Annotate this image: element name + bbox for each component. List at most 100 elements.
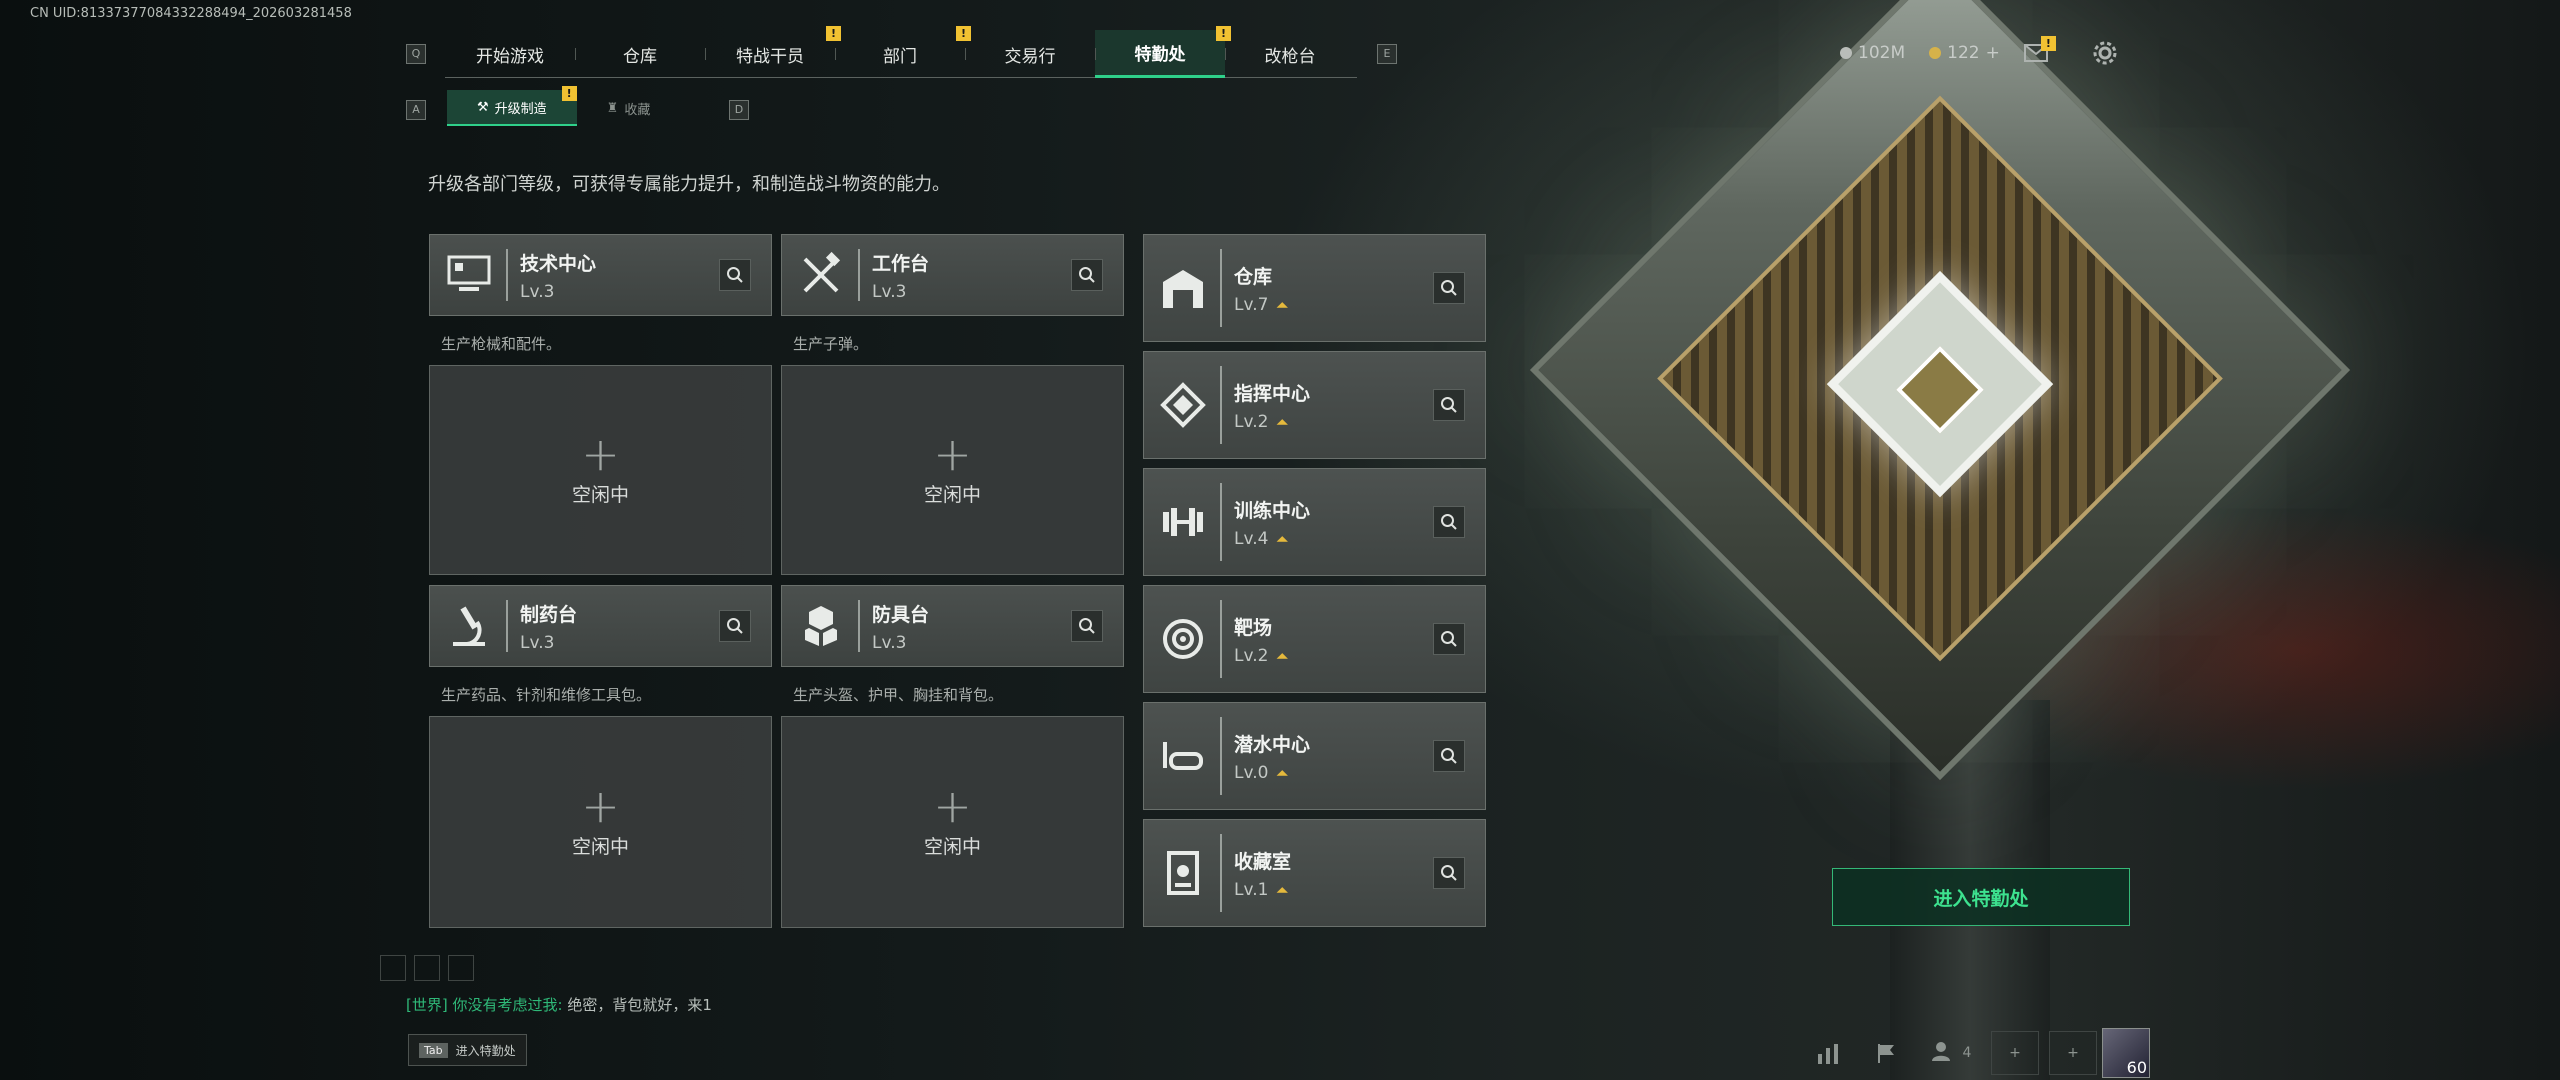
key-hint-q: Q	[406, 44, 426, 64]
silver-currency[interactable]: 102M	[1840, 43, 1905, 63]
tools-icon	[782, 235, 860, 315]
chat-channel: [世界]	[406, 996, 448, 1014]
tab-warehouse[interactable]: 仓库	[575, 30, 705, 78]
tab-market[interactable]: 交易行	[965, 30, 1095, 78]
department-level: Lv.1	[1234, 879, 1269, 900]
facility-name: 技术中心	[520, 252, 597, 275]
add-member-button[interactable]: +	[1991, 1031, 2039, 1075]
search-icon[interactable]	[1071, 259, 1103, 291]
mail-icon[interactable]: !	[2023, 36, 2056, 62]
key-hint-e: E	[1377, 44, 1397, 64]
gear-icon[interactable]	[2092, 40, 2118, 66]
crafting-slot-workbench[interactable]: + 空闲中	[781, 365, 1124, 575]
department-name: 指挥中心	[1234, 382, 1311, 405]
party-count: 4	[1962, 1045, 1972, 1061]
tab-safehouse[interactable]: 特勤处!	[1095, 26, 1231, 78]
people-icon	[1931, 1040, 1957, 1066]
chat-line[interactable]: [世界] 你没有考虑过我: 绝密，背包就好，来1	[406, 994, 712, 1015]
search-icon[interactable]	[1433, 506, 1465, 538]
party-button[interactable]: 4	[1916, 1026, 1986, 1080]
stats-icon[interactable]	[1800, 1026, 1858, 1080]
facility-name: 制药台	[520, 603, 578, 626]
plus-icon: +	[2009, 1045, 2021, 1061]
microscope-icon	[430, 586, 508, 666]
facility-armor-bench[interactable]: 防具台 Lv.3	[781, 585, 1124, 667]
department-warehouse[interactable]: 仓库 Lv.7 ⏶	[1143, 234, 1486, 342]
department-command-center[interactable]: 指挥中心 Lv.2 ⏶	[1143, 351, 1486, 459]
department-name: 靶场	[1234, 616, 1273, 639]
search-icon[interactable]	[1071, 610, 1103, 642]
facility-name: 防具台	[872, 603, 930, 626]
department-shooting-range[interactable]: 靶场 Lv.2 ⏶	[1143, 585, 1486, 693]
top-nav: 开始游戏 仓库 特战干员! 部门! 交易行 特勤处! 改枪台	[445, 26, 1357, 78]
tab-operators[interactable]: 特战干员!	[705, 26, 841, 78]
resource-bar: 102M 122 + !	[1840, 36, 2118, 66]
department-collection-room[interactable]: 收藏室 Lv.1 ⏶	[1143, 819, 1486, 927]
subtab-upgrade-craft[interactable]: ⚒ 升级制造 !	[447, 86, 577, 126]
slot-status: 空闲中	[923, 835, 981, 858]
search-icon[interactable]	[1433, 623, 1465, 655]
tab-department[interactable]: 部门!	[835, 26, 971, 78]
search-icon[interactable]	[1433, 389, 1465, 421]
facility-workbench[interactable]: 工作台 Lv.3	[781, 234, 1124, 316]
department-level: Lv.4	[1234, 528, 1269, 549]
search-icon[interactable]	[719, 610, 751, 642]
search-icon[interactable]	[1433, 740, 1465, 772]
department-name: 收藏室	[1234, 850, 1292, 873]
command-icon	[1144, 352, 1222, 458]
armor-icon	[782, 586, 860, 666]
subtab-collection[interactable]: ♜ 收藏	[577, 90, 681, 126]
plus-icon: +	[2067, 1045, 2079, 1061]
gold-currency[interactable]: 122 +	[1929, 43, 2000, 63]
crafting-slot-armor-bench[interactable]: + 空闲中	[781, 716, 1124, 928]
crafting-slot-tech-center[interactable]: + 空闲中	[429, 365, 772, 575]
department-level: Lv.2	[1234, 645, 1269, 666]
crafting-slot-pharmacy[interactable]: + 空闲中	[429, 716, 772, 928]
search-icon[interactable]	[719, 259, 751, 291]
tab-key: Tab	[419, 1042, 448, 1058]
tab-hint[interactable]: Tab 进入特勤处	[408, 1034, 527, 1066]
quick-slot[interactable]	[448, 955, 474, 981]
department-training-center[interactable]: 训练中心 Lv.4 ⏶	[1143, 468, 1486, 576]
upgrade-arrow-icon: ⏶	[1276, 297, 1288, 314]
quick-slots	[380, 955, 474, 981]
tab-start-game[interactable]: 开始游戏	[445, 30, 575, 78]
department-level: Lv.0	[1234, 762, 1269, 783]
chat-speaker: 你没有考虑过我:	[452, 996, 563, 1014]
add-currency-button[interactable]: +	[1986, 43, 2000, 63]
notification-badge: !	[2040, 36, 2056, 51]
key-hint-d: D	[729, 100, 749, 120]
facility-name: 工作台	[872, 252, 930, 275]
key-hint-a: A	[406, 100, 426, 120]
search-icon[interactable]	[1433, 857, 1465, 889]
tab-gunsmith[interactable]: 改枪台	[1225, 30, 1355, 78]
diving-icon	[1144, 703, 1222, 809]
computer-icon	[430, 235, 508, 315]
quick-slot[interactable]	[414, 955, 440, 981]
plus-icon: +	[933, 426, 972, 481]
flag-icon[interactable]	[1858, 1026, 1916, 1080]
bottom-bar: 4 + + 60	[1800, 1026, 2560, 1080]
department-level: Lv.7	[1234, 294, 1269, 315]
facility-pharmacy[interactable]: 制药台 Lv.3	[429, 585, 772, 667]
collection-icon	[1144, 820, 1222, 926]
tab-hint-label: 进入特勤处	[455, 1043, 516, 1058]
facility-description: 生产子弹。	[793, 335, 869, 353]
facility-tech-center[interactable]: 技术中心 Lv.3	[429, 234, 772, 316]
facility-description: 生产枪械和配件。	[441, 335, 562, 353]
uid-label: CN UID:81337377084332288494_202603281458	[30, 6, 352, 21]
facility-description: 生产药品、针剂和维修工具包。	[441, 686, 652, 704]
upgrade-arrow-icon: ⏶	[1276, 648, 1288, 665]
department-name: 潜水中心	[1234, 733, 1311, 756]
facility-level: Lv.3	[872, 281, 907, 302]
target-icon	[1144, 586, 1222, 692]
department-name: 仓库	[1234, 265, 1273, 288]
trophy-icon: ♜	[606, 100, 619, 116]
enter-safehouse-button[interactable]: 进入特勤处	[1832, 868, 2130, 926]
wrench-icon: ⚒	[477, 99, 489, 115]
search-icon[interactable]	[1433, 272, 1465, 304]
add-member-button[interactable]: +	[2049, 1031, 2097, 1075]
avatar[interactable]: 60	[2102, 1028, 2150, 1078]
quick-slot[interactable]	[380, 955, 406, 981]
department-diving-center[interactable]: 潜水中心 Lv.0 ⏶	[1143, 702, 1486, 810]
